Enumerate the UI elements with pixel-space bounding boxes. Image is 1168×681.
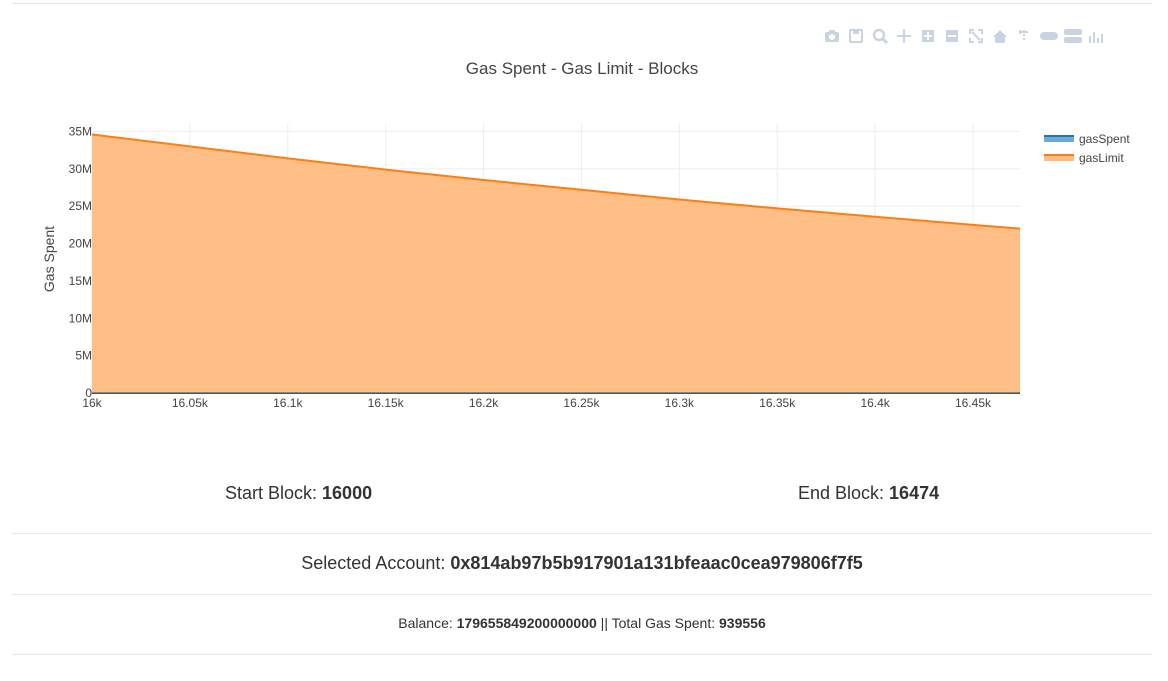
y-tick-label: 35M: [69, 124, 92, 138]
y-axis-title: Gas Spent: [41, 226, 57, 292]
x-tick-label: 16.15k: [368, 396, 405, 410]
divider: [12, 533, 1152, 534]
y-tick-label: 25M: [69, 199, 92, 213]
end-block-value: 16474: [889, 483, 940, 503]
balance-value: 179655849200000000: [456, 615, 597, 631]
separator: ||: [596, 615, 612, 631]
end-block: End Block: 16474: [798, 483, 939, 504]
legend-label: gasSpent: [1079, 132, 1130, 146]
area-gasLimit: [92, 134, 1020, 393]
y-tick-label: 30M: [69, 162, 92, 176]
divider: [12, 594, 1152, 595]
legend-item-gasSpent[interactable]: gasSpent: [1044, 132, 1130, 146]
y-tick-label: 5M: [75, 349, 92, 363]
x-tick-label: 16.1k: [273, 396, 303, 410]
account-label: Selected Account:: [301, 553, 451, 573]
legend-label: gasLimit: [1079, 151, 1124, 165]
start-block-label: Start Block:: [225, 483, 323, 503]
x-tick-label: 16.25k: [563, 396, 600, 410]
chart-title: Gas Spent - Gas Limit - Blocks: [466, 59, 698, 78]
x-tick-label: 16.4k: [860, 396, 890, 410]
x-tick-label: 16.2k: [469, 396, 499, 410]
balance-label: Balance:: [398, 615, 457, 631]
start-block: Start Block: 16000: [225, 483, 372, 504]
x-tick-label: 16.05k: [172, 396, 209, 410]
balance-row: Balance: 179655849200000000 || Total Gas…: [0, 615, 1164, 631]
x-tick-label: 16.3k: [665, 396, 695, 410]
plot-area: [91, 133, 1021, 394]
end-block-label: End Block:: [798, 483, 890, 503]
start-block-value: 16000: [322, 483, 373, 503]
y-tick-label: 15M: [69, 274, 92, 288]
y-tick-label: 0: [85, 386, 92, 400]
gas-spent-value: 939556: [719, 615, 766, 631]
x-tick-label: 16.45k: [955, 396, 992, 410]
y-tick-label: 20M: [69, 237, 92, 251]
chart: Gas Spent - Gas Limit - Blocks 16k 16.05k…: [41, 59, 1130, 410]
selected-account: Selected Account: 0x814ab97b5b917901a131…: [0, 553, 1164, 574]
bottom-divider: [12, 654, 1152, 655]
legend[interactable]: gasSpent gasLimit: [1044, 132, 1130, 165]
y-tick-label: 10M: [69, 311, 92, 325]
gas-spent-label: Total Gas Spent:: [611, 615, 720, 631]
account-value: 0x814ab97b5b917901a131bfeaac0cea979806f7…: [450, 553, 863, 573]
x-tick-label: 16.35k: [759, 396, 796, 410]
legend-item-gasLimit[interactable]: gasLimit: [1044, 151, 1124, 165]
